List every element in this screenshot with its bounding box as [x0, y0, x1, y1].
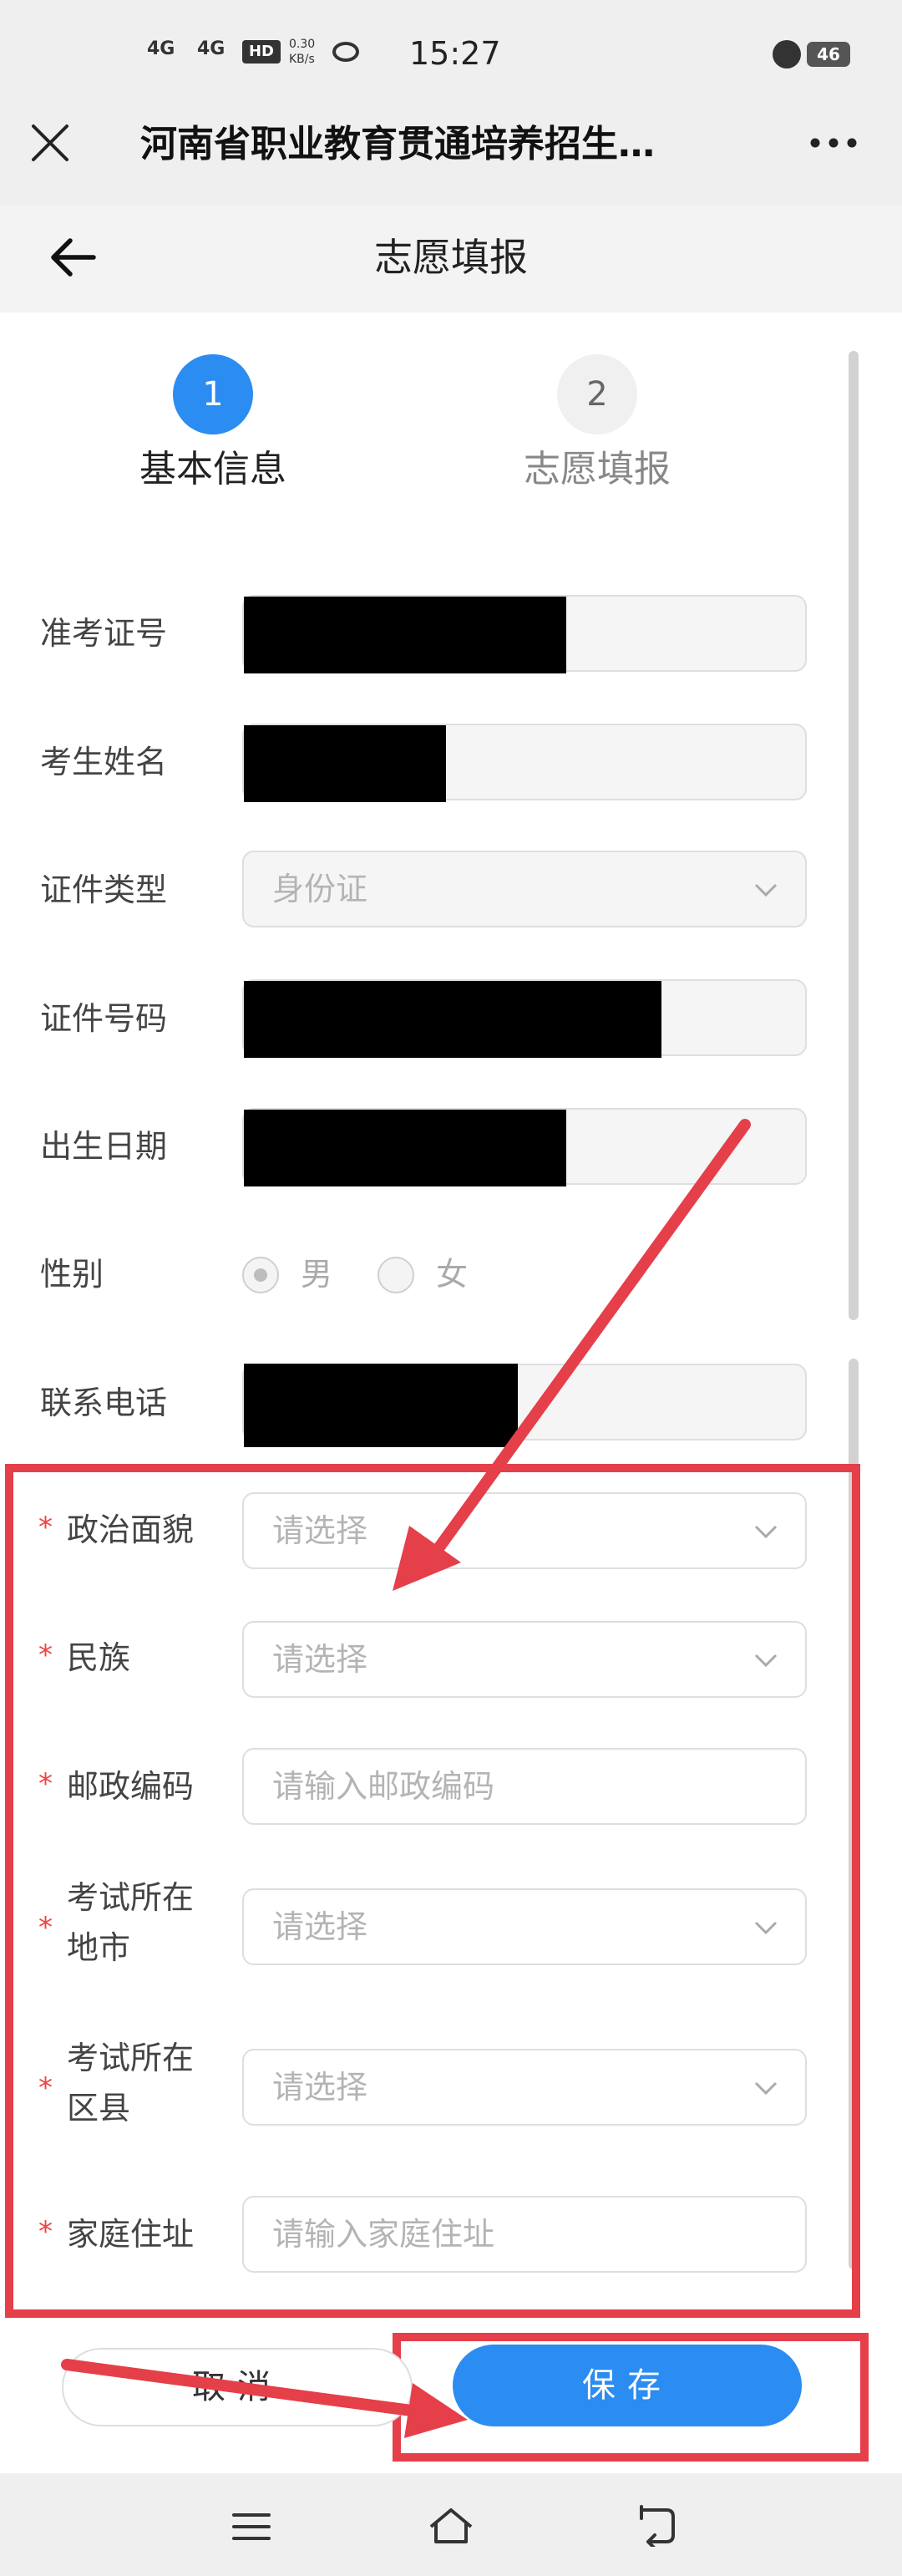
annotation-arrow-to-form	[428, 1119, 751, 1560]
annotation-arrow-to-save	[61, 2359, 423, 2417]
back-nav-icon[interactable]	[631, 2505, 678, 2550]
annotation-arrowhead-save	[404, 2383, 468, 2438]
home-icon[interactable]	[426, 2503, 476, 2552]
annotation-arrows	[61, 1119, 751, 2438]
menu-icon[interactable]	[231, 2510, 272, 2547]
